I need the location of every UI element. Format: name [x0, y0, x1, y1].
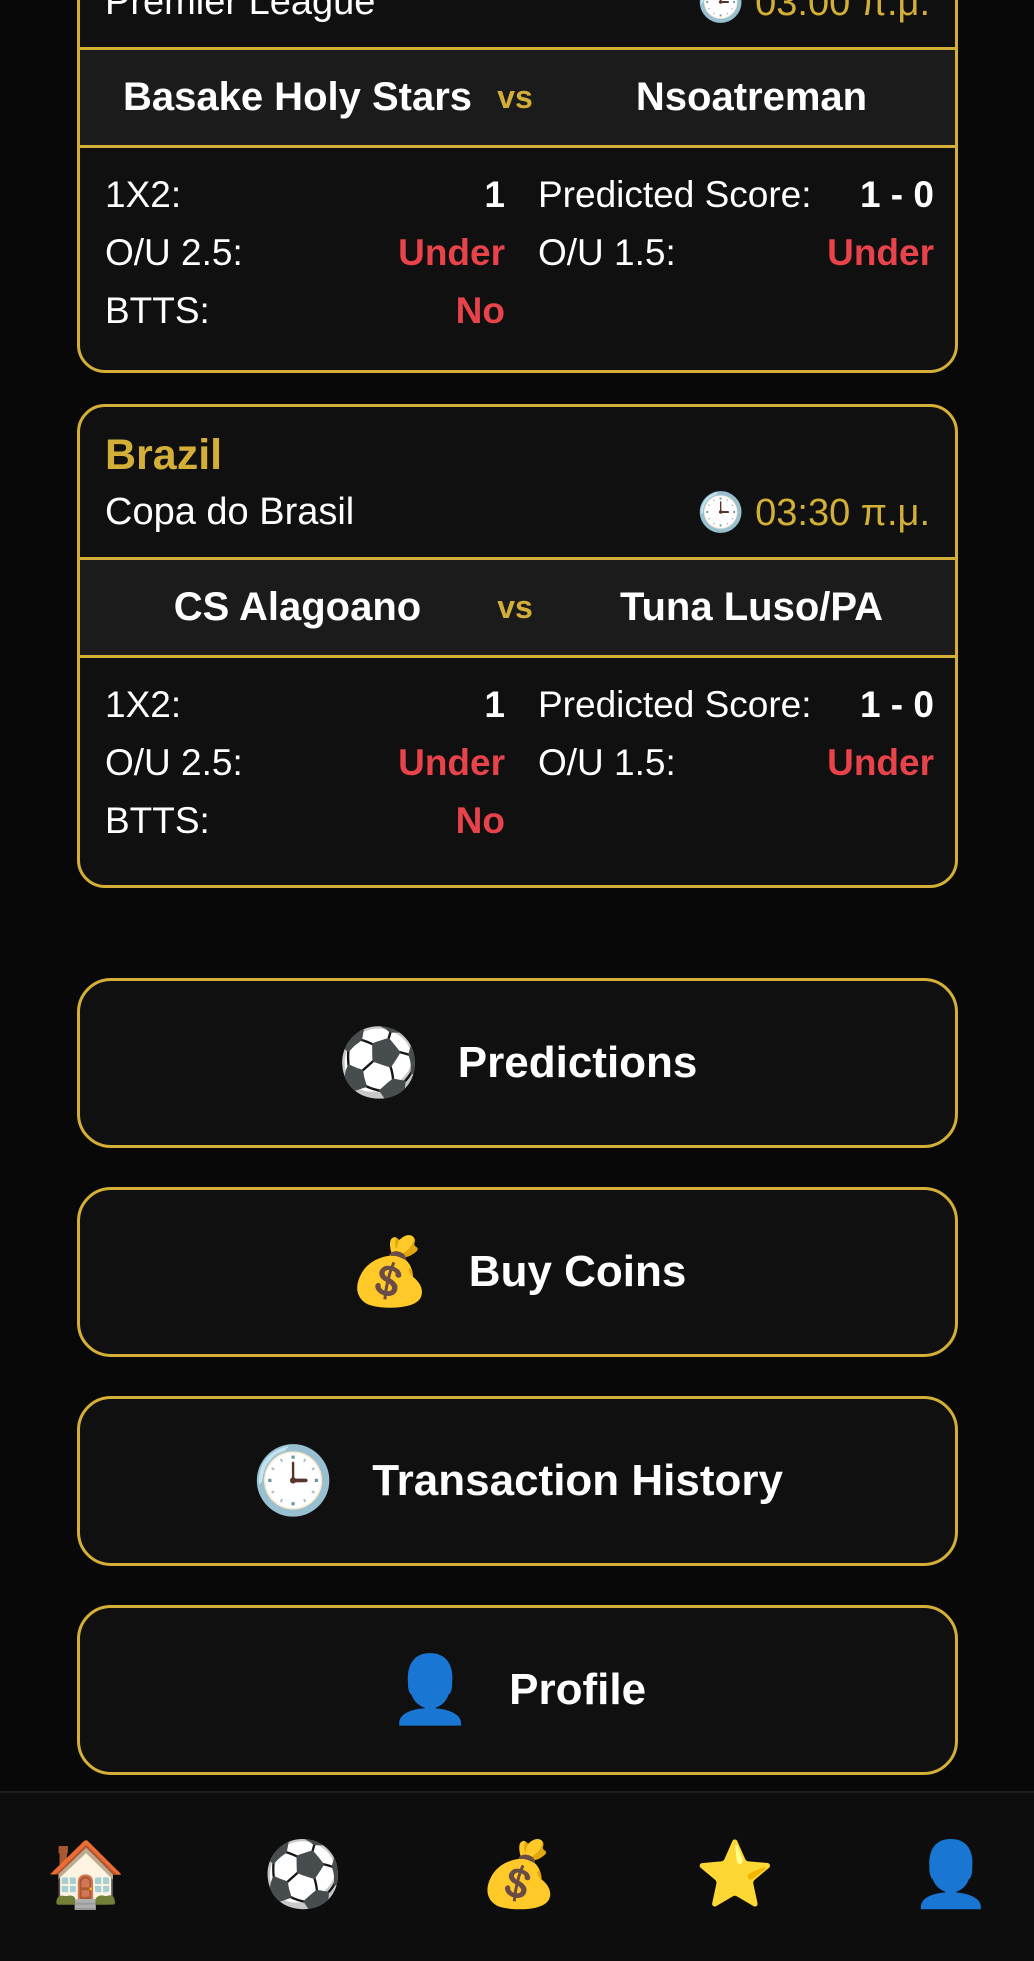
buy-coins-button[interactable]: 💰 Buy Coins — [77, 1187, 958, 1357]
nav-home-icon[interactable]: 🏠 — [31, 1825, 141, 1925]
stat-1x2: 1X2: 1 — [105, 680, 505, 730]
nav-coins-icon[interactable]: 💰 — [464, 1825, 574, 1925]
nav-favorites-icon[interactable]: ⭐ — [680, 1825, 790, 1925]
bottom-nav: 🏠 ⚽ 💰 ⭐ 👤 — [0, 1791, 1034, 1961]
stat-ou15: O/U 1.5: Under — [538, 738, 934, 788]
match-card[interactable]: Premier League 🕒 03:00 π.μ. Basake Holy … — [77, 0, 958, 373]
match-teams: Basake Holy Stars vs Nsoatreman — [80, 50, 955, 148]
profile-label: Profile — [509, 1665, 647, 1714]
predictions-button[interactable]: ⚽ Predictions — [77, 978, 958, 1148]
match-time: 🕒 03:00 π.μ. — [697, 0, 930, 24]
stat-ou15: O/U 1.5: Under — [538, 228, 934, 278]
user-icon: 👤 — [388, 1651, 472, 1728]
stat-label: O/U 1.5: — [538, 232, 676, 273]
stat-ou25: O/U 2.5: Under — [105, 738, 505, 788]
match-league: Copa do Brasil — [105, 491, 355, 533]
stat-btts: BTTS: No — [105, 796, 505, 846]
stat-label: O/U 2.5: — [105, 742, 243, 783]
away-team: Tuna Luso/PA — [620, 585, 883, 629]
vs-label: vs — [497, 589, 533, 625]
stat-value: Under — [398, 232, 505, 273]
stat-label: 1X2: — [105, 174, 182, 215]
stat-value: No — [455, 800, 505, 841]
stat-value: 1 — [484, 174, 505, 215]
stat-value: 1 — [484, 684, 505, 725]
transaction-history-label: Transaction History — [372, 1456, 783, 1505]
buy-coins-label: Buy Coins — [468, 1247, 687, 1296]
stat-value: 1 - 0 — [859, 174, 934, 215]
soccer-ball-icon: ⚽ — [337, 1024, 420, 1101]
stat-ou25: O/U 2.5: Under — [105, 228, 505, 278]
profile-button[interactable]: 👤 Profile — [77, 1605, 958, 1775]
vs-label: vs — [497, 79, 533, 115]
away-team: Nsoatreman — [635, 75, 868, 119]
stat-value: Under — [827, 232, 934, 273]
match-time: 🕒 03:30 π.μ. — [697, 492, 930, 534]
app-screen: Premier League 🕒 03:00 π.μ. Basake Holy … — [0, 0, 1034, 1961]
stat-value: Under — [398, 742, 505, 783]
match-league: Premier League — [105, 0, 376, 23]
stat-predicted-score: Predicted Score: 1 - 0 — [538, 680, 934, 730]
stat-predicted-score: Predicted Score: 1 - 0 — [538, 170, 934, 220]
match-card[interactable]: Brazil Copa do Brasil 🕒 03:30 π.μ. CS Al… — [77, 404, 958, 888]
stat-value: 1 - 0 — [859, 684, 934, 725]
nav-predictions-icon[interactable]: ⚽ — [248, 1825, 358, 1925]
match-header: Brazil Copa do Brasil 🕒 03:30 π.μ. — [80, 407, 955, 560]
stat-value: No — [455, 290, 505, 331]
stat-label: Predicted Score: — [538, 684, 812, 725]
match-teams: CS Alagoano vs Tuna Luso/PA — [80, 560, 955, 658]
transaction-history-button[interactable]: 🕒 Transaction History — [77, 1396, 958, 1566]
predictions-label: Predictions — [457, 1038, 698, 1087]
home-team: Basake Holy Stars — [122, 75, 473, 119]
clock-icon: 🕒 — [252, 1442, 335, 1519]
home-team: CS Alagoano — [173, 585, 422, 629]
stat-label: BTTS: — [105, 800, 210, 841]
match-stats: 1X2: 1 O/U 2.5: Under BTTS: No Predicted… — [80, 148, 955, 368]
match-stats: 1X2: 1 O/U 2.5: Under BTTS: No Predicted… — [80, 658, 955, 878]
match-header: Premier League 🕒 03:00 π.μ. — [80, 0, 955, 50]
stat-label: 1X2: — [105, 684, 182, 725]
money-bag-icon: 💰 — [348, 1233, 431, 1310]
stat-label: Predicted Score: — [538, 174, 812, 215]
stat-label: BTTS: — [105, 290, 210, 331]
nav-profile-icon[interactable]: 👤 — [896, 1825, 1006, 1925]
stat-value: Under — [827, 742, 934, 783]
stat-1x2: 1X2: 1 — [105, 170, 505, 220]
match-country: Brazil — [105, 431, 223, 479]
stat-label: O/U 1.5: — [538, 742, 676, 783]
stat-label: O/U 2.5: — [105, 232, 243, 273]
stat-btts: BTTS: No — [105, 286, 505, 336]
